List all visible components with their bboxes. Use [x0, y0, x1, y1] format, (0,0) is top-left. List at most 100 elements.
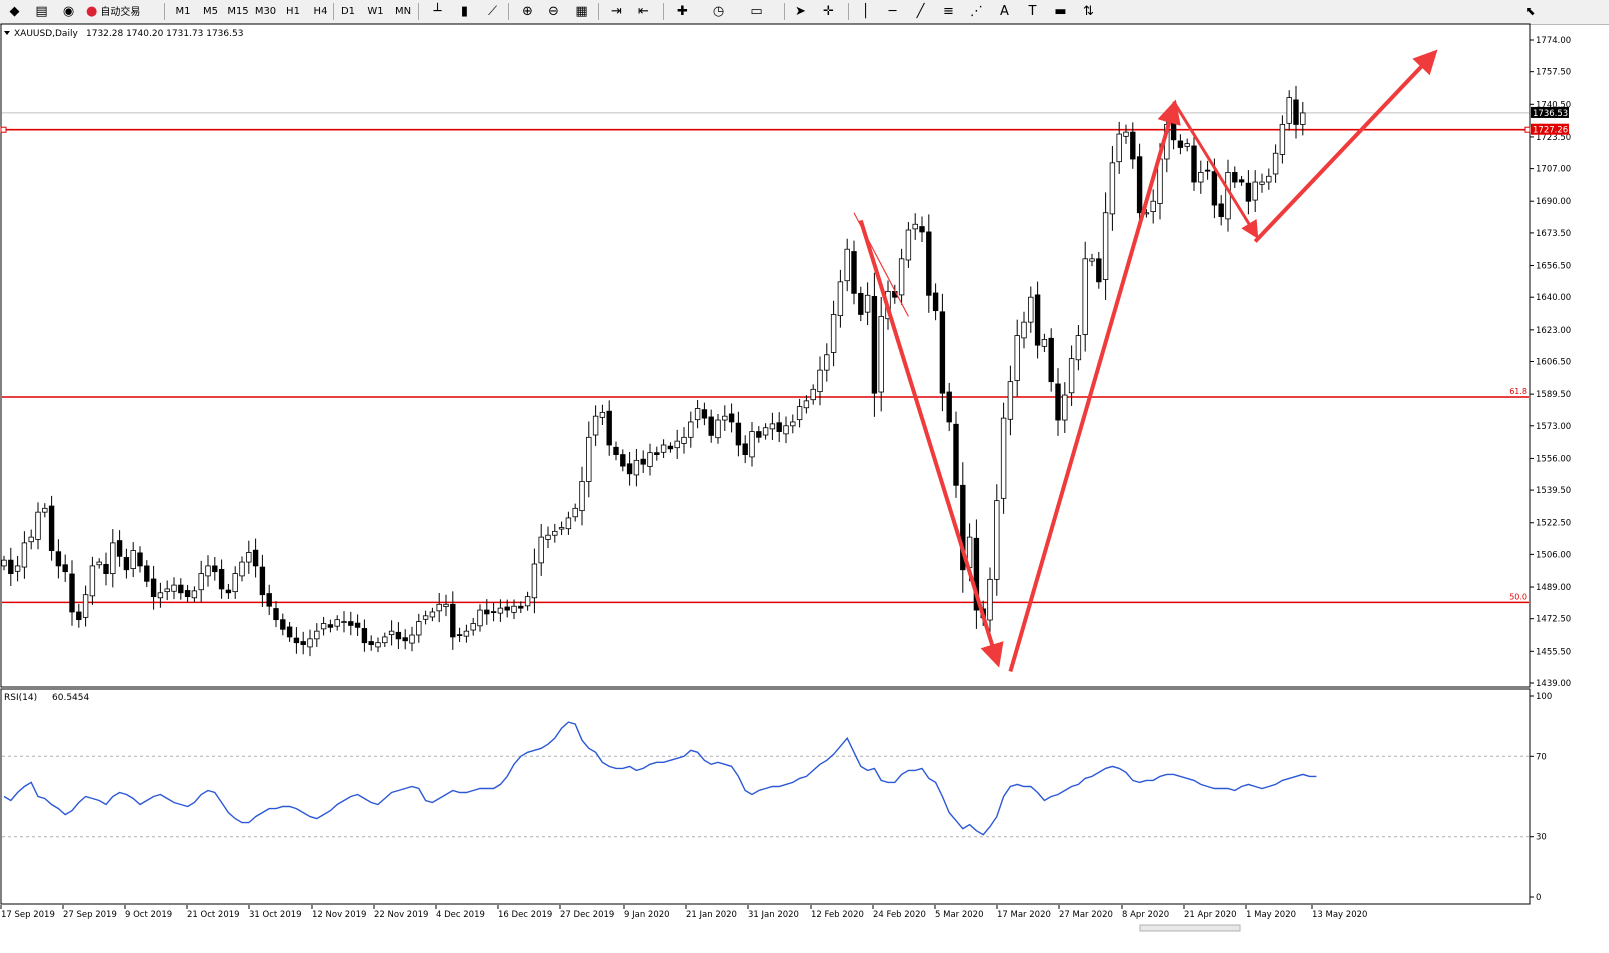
candle-body	[1238, 179, 1245, 183]
candle-body	[817, 369, 823, 393]
price-tick-label: 1690.00	[1536, 197, 1571, 207]
candle-body	[48, 505, 55, 551]
candle-body	[518, 605, 524, 609]
candle-body	[259, 566, 266, 596]
candle-body	[1204, 169, 1211, 172]
candle-body	[987, 578, 993, 621]
ohlc-header: 1732.28 1740.20 1731.73 1736.53	[86, 29, 243, 39]
candle-body	[824, 354, 830, 371]
candle-body	[878, 315, 884, 393]
candle-body	[212, 565, 218, 573]
candle-body	[640, 458, 646, 465]
candle-body	[300, 641, 306, 646]
rsi-tick-label: 30	[1536, 833, 1547, 843]
candle-body	[368, 641, 374, 646]
candle-body	[1062, 394, 1068, 421]
candle-body	[1232, 172, 1238, 183]
candle-body	[674, 440, 680, 449]
price-tick-label: 1472.50	[1536, 615, 1571, 625]
candle-body	[76, 611, 82, 621]
price-tick-label: 1455.50	[1536, 647, 1571, 657]
price-tick-label: 1589.50	[1536, 390, 1571, 400]
candle-body	[1184, 143, 1190, 147]
candle-body	[137, 552, 143, 567]
candle-body	[531, 563, 538, 599]
candle-body	[375, 642, 381, 648]
candle-body	[708, 416, 714, 436]
price-tick-label: 1673.50	[1536, 229, 1571, 239]
candle-body	[1, 559, 7, 567]
candle-body	[1136, 156, 1143, 214]
candle-body	[252, 549, 259, 567]
candle-body	[157, 592, 164, 599]
candle-body	[416, 621, 422, 636]
candle-body	[796, 406, 803, 421]
candle-body	[239, 561, 245, 577]
candle-body	[286, 626, 293, 638]
candle-body	[205, 565, 211, 577]
candle-body	[1211, 171, 1218, 206]
date-tick-label: 31 Oct 2019	[249, 910, 302, 920]
candle-body	[905, 229, 912, 261]
candle-body	[606, 410, 612, 446]
candle-body	[1048, 337, 1054, 383]
level-handle[interactable]	[0, 126, 7, 133]
rsi-tick-label: 70	[1536, 752, 1547, 762]
candle-body	[1082, 258, 1088, 335]
candle-body	[1279, 124, 1286, 155]
candle-body	[388, 630, 395, 636]
candle-body	[354, 622, 361, 628]
price-tick-label: 1606.50	[1536, 358, 1571, 368]
level-handle[interactable]	[1524, 126, 1531, 133]
date-tick-label: 17 Mar 2020	[997, 910, 1051, 920]
date-tick-label: 4 Dec 2019	[436, 910, 485, 920]
candle-body	[35, 511, 41, 540]
date-tick-label: 21 Apr 2020	[1184, 910, 1237, 920]
candle-body	[21, 542, 28, 568]
date-tick-label: 5 Mar 2020	[935, 910, 983, 920]
candle-body	[69, 573, 75, 613]
price-tick-label: 1774.00	[1536, 36, 1571, 46]
candle-body	[1177, 140, 1184, 148]
chart-tab-strip[interactable]	[1139, 924, 1241, 932]
date-tick-label: 27 Mar 2020	[1059, 910, 1113, 920]
date-tick-label: 17 Sep 2019	[1, 910, 55, 920]
candle-body	[1259, 181, 1265, 185]
candle-body	[1272, 152, 1279, 175]
candle-body	[722, 415, 728, 421]
candle-body	[218, 568, 225, 590]
candle-body	[953, 423, 959, 486]
candle-body	[552, 530, 558, 536]
candle-body	[314, 630, 320, 640]
date-tick-label: 31 Jan 2020	[748, 910, 799, 920]
candle-body	[8, 559, 14, 574]
candle-body	[1014, 335, 1020, 381]
candle-body	[932, 292, 939, 312]
candle-body	[749, 431, 755, 458]
candle-body	[1041, 339, 1048, 347]
chart-area[interactable]: 61.850.0 1774.001757.501740.501723.50170…	[0, 0, 1609, 953]
candle-body	[586, 436, 592, 482]
candle-body	[538, 536, 544, 564]
candle-body	[504, 606, 510, 611]
candle-body	[1089, 258, 1095, 262]
candle-body	[1245, 182, 1252, 202]
candle-body	[1116, 133, 1122, 163]
candle-body	[830, 314, 837, 353]
candle-body	[1286, 97, 1292, 124]
candle-body	[307, 638, 313, 648]
candle-body	[130, 550, 136, 570]
date-tick-label: 13 May 2020	[1312, 910, 1367, 920]
price-tick-label: 1623.00	[1536, 326, 1571, 336]
candle-body	[688, 421, 694, 438]
candle-body	[871, 296, 878, 394]
date-tick-label: 21 Oct 2019	[187, 910, 240, 920]
candle-body	[184, 590, 191, 598]
current-price-tag-label: 1736.53	[1533, 109, 1568, 119]
price-tick-label: 1757.50	[1536, 68, 1571, 78]
candle-body	[1021, 321, 1027, 339]
candle-body	[715, 419, 721, 439]
date-tick-label: 9 Oct 2019	[125, 910, 172, 920]
candle-body	[1055, 383, 1061, 421]
candle-body	[681, 436, 687, 444]
